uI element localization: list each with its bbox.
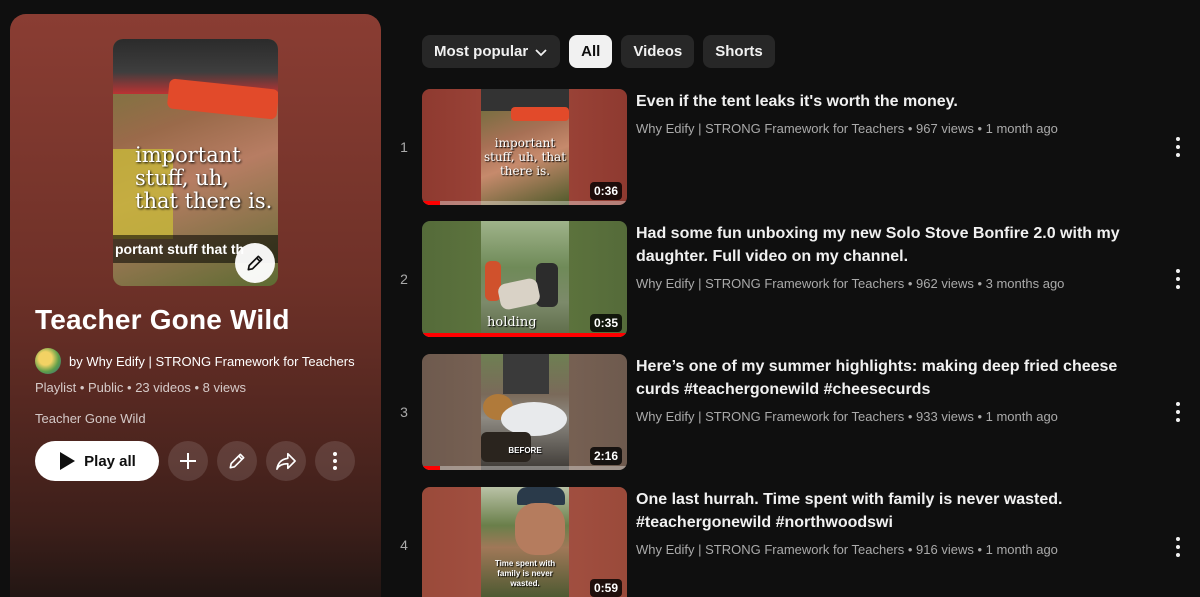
video-more-menu[interactable] [1174,269,1182,289]
progress-track [422,201,627,205]
video-index: 1 [400,139,408,155]
thumbnail-text: important stuff, uh, that there is. [483,136,567,178]
playlist-cover-image[interactable]: important stuff, uh, that there is. port… [113,39,278,286]
video-index: 4 [400,537,408,553]
video-row[interactable]: 3 BEFORE 2:16 Here’s one of my summer hi… [390,354,1200,472]
video-channel[interactable]: Why Edify | STRONG Framework for Teacher… [636,276,904,291]
progress-track [422,466,627,470]
sort-label: Most popular [434,43,529,60]
owner-row[interactable]: by Why Edify | STRONG Framework for Teac… [35,348,355,374]
video-duration: 0:35 [589,314,622,332]
thumb-plate-shape [501,402,567,436]
video-channel[interactable]: Why Edify | STRONG Framework for Teacher… [636,409,904,424]
chevron-down-icon [535,48,547,56]
edit-playlist-button[interactable] [217,441,257,481]
video-index: 2 [400,271,408,287]
owner-name[interactable]: by Why Edify | STRONG Framework for Teac… [69,354,355,369]
thumbnail-frame: holding [481,221,569,337]
playlist-panel: important stuff, uh, that there is. port… [10,14,381,597]
playlist-video-count: 23 videos [135,380,191,395]
video-views: 933 views [916,409,974,424]
video-meta: Why Edify | STRONG Framework for Teacher… [636,409,1058,424]
video-views: 962 views [916,276,974,291]
watch-progress [422,333,627,337]
playlist-actions: Play all [35,441,355,481]
video-channel[interactable]: Why Edify | STRONG Framework for Teacher… [636,121,904,136]
video-more-menu[interactable] [1174,537,1182,557]
video-duration: 0:59 [589,579,622,597]
play-all-button[interactable]: Play all [35,441,159,481]
thumb-visor-shape [511,107,569,121]
chip-all[interactable]: All [569,35,613,68]
meta-separator: • [194,380,203,395]
thumb-box-shape [496,277,542,311]
video-age: 1 month ago [985,121,1058,136]
video-duration: 2:16 [589,447,622,465]
thumb-person-shape [503,354,549,394]
thumbnail-text: BEFORE [508,446,542,455]
video-thumbnail[interactable]: holding 0:35 [422,221,627,337]
video-age: 1 month ago [985,409,1058,424]
watch-progress [422,466,441,470]
video-title[interactable]: Had some fun unboxing my new Solo Stove … [636,222,1156,268]
video-views: 916 views [916,542,974,557]
video-channel[interactable]: Why Edify | STRONG Framework for Teacher… [636,542,904,557]
share-icon [276,452,296,470]
playlist-meta: Playlist • Public • 23 videos • 8 views [35,380,246,395]
video-thumbnail[interactable]: Time spent with family is never wasted. … [422,487,627,597]
pencil-icon [229,453,245,469]
video-meta: Why Edify | STRONG Framework for Teacher… [636,276,1065,291]
avatar[interactable] [35,348,61,374]
video-index: 3 [400,404,408,420]
video-row[interactable]: 4 Time spent with family is never wasted… [390,487,1200,597]
video-thumbnail[interactable]: BEFORE 2:16 [422,354,627,470]
video-age: 1 month ago [985,542,1058,557]
thumbnail-text: Time spent with family is never wasted. [494,559,556,588]
thumbnail-frame: Time spent with family is never wasted. [481,487,569,597]
watch-progress [422,201,441,205]
pencil-icon [247,255,263,271]
video-title[interactable]: One last hurrah. Time spent with family … [636,488,1156,534]
thumbnail-frame: BEFORE [481,354,569,470]
chip-videos[interactable]: Videos [621,35,695,68]
video-thumbnail[interactable]: important stuff, uh, that there is. 0:36 [422,89,627,205]
playlist-title: Teacher Gone Wild [35,304,290,335]
video-duration: 0:36 [589,182,622,200]
video-meta: Why Edify | STRONG Framework for Teacher… [636,542,1058,557]
video-row[interactable]: 2 holding 0:35 Had some fun unboxing my … [390,221,1200,339]
thumb-face-shape [515,503,565,555]
playlist-type: Playlist [35,380,77,395]
thumbnail-text: holding [487,315,537,330]
edit-cover-button[interactable] [235,243,275,283]
plus-icon [180,453,196,469]
more-vertical-icon [333,452,337,470]
meta-separator: • [79,380,88,395]
playlist-views: 8 views [202,380,247,395]
filter-chips: Most popular All Videos Shorts [422,35,775,68]
video-title[interactable]: Here’s one of my summer highlights: maki… [636,355,1156,401]
video-row[interactable]: 1 important stuff, uh, that there is. 0:… [390,89,1200,207]
video-more-menu[interactable] [1174,402,1182,422]
chip-shorts[interactable]: Shorts [703,35,775,68]
add-to-playlist-button[interactable] [168,441,208,481]
play-all-label: Play all [84,452,136,470]
video-age: 3 months ago [985,276,1065,291]
thumb-person-shape [536,263,558,307]
video-views: 967 views [916,121,974,136]
play-icon [60,452,76,470]
sort-dropdown[interactable]: Most popular [422,35,561,68]
playlist-description: Teacher Gone Wild [35,411,146,426]
meta-separator: • [127,380,136,395]
video-title[interactable]: Even if the tent leaks it's worth the mo… [636,90,1156,113]
playlist-visibility: Public [87,380,124,395]
cover-overlay-text: important stuff, uh, that there is. [135,143,273,213]
video-meta: Why Edify | STRONG Framework for Teacher… [636,121,1058,136]
more-actions-button[interactable] [315,441,355,481]
video-more-menu[interactable] [1174,137,1182,157]
share-button[interactable] [266,441,306,481]
thumbnail-frame: important stuff, uh, that there is. [481,89,569,205]
